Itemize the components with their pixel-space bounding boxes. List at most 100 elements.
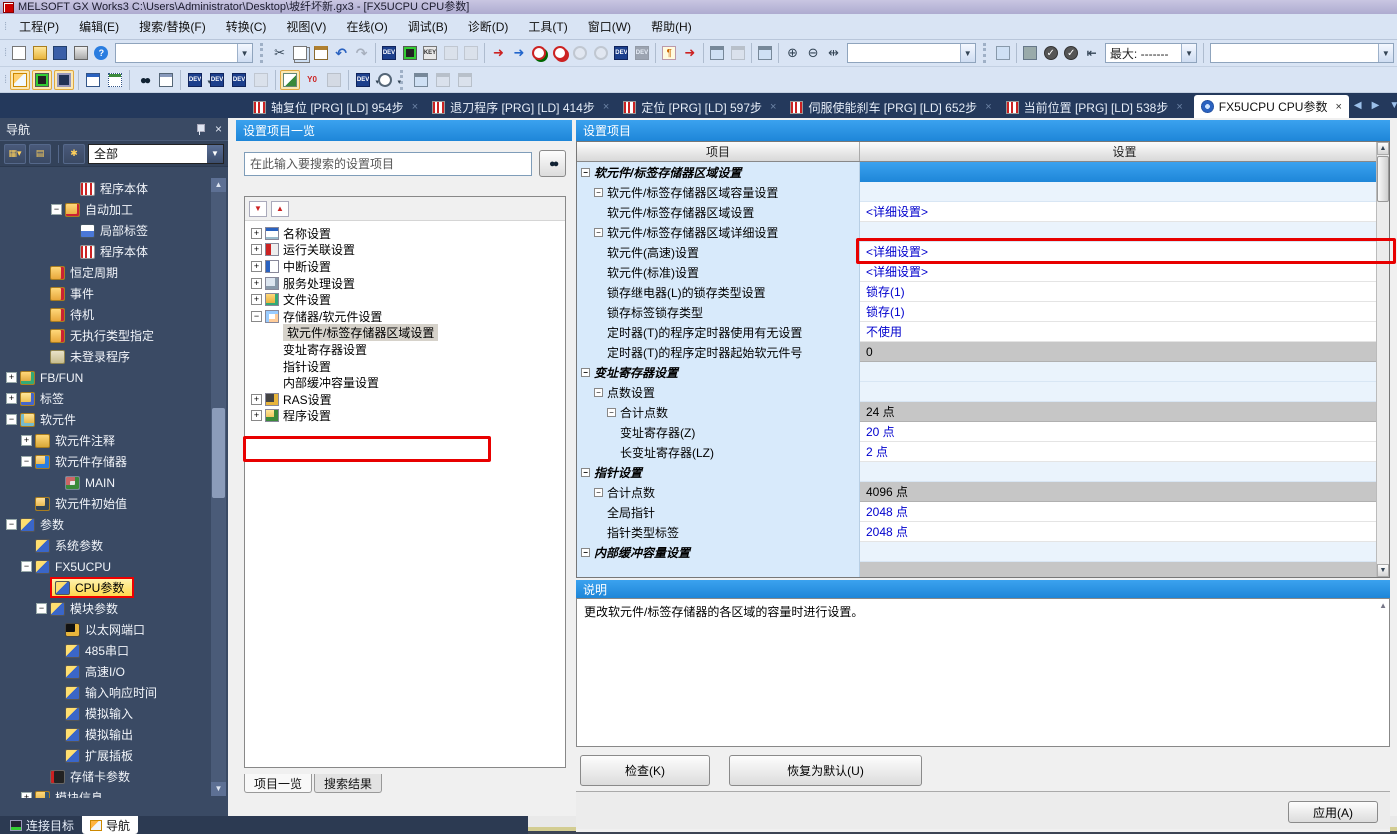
window-select-combo[interactable]: ▼ <box>115 43 253 63</box>
collapse-icon[interactable]: − <box>581 168 590 177</box>
close-icon[interactable]: × <box>215 122 222 136</box>
collapse-icon[interactable]: − <box>594 188 603 197</box>
item-list-tab-0[interactable]: 项目一览 <box>244 774 312 793</box>
nav-tree-item[interactable]: 恒定周期 <box>0 262 210 283</box>
setting-tree-item[interactable]: +服务处理设置 <box>245 275 565 292</box>
cut-icon[interactable]: ✂ <box>270 43 289 63</box>
collapse-icon[interactable]: − <box>594 488 603 497</box>
docking-window-3-icon[interactable] <box>455 70 475 90</box>
apply-button[interactable]: 应用(A) <box>1288 801 1378 823</box>
table-scrollbar[interactable]: ▲ ▼ <box>1376 142 1389 577</box>
nav-tree-item[interactable]: MAIN <box>0 472 210 493</box>
docking-window-2-icon[interactable] <box>433 70 453 90</box>
nav-tree-item[interactable]: 输入响应时间 <box>0 682 210 703</box>
collapse-icon[interactable]: − <box>36 603 47 614</box>
check-button[interactable]: 检查(K) <box>580 755 710 786</box>
nav-tree-item[interactable]: 软元件初始值 <box>0 493 210 514</box>
nav-scrollbar[interactable]: ▲ ▼ <box>211 178 226 796</box>
nav-tree-item[interactable]: 无执行类型指定 <box>0 325 210 346</box>
expand-icon[interactable]: + <box>251 410 262 421</box>
io-monitor-icon[interactable]: Y0 <box>302 70 322 90</box>
verify-window-icon[interactable] <box>756 43 775 63</box>
print-icon[interactable] <box>72 43 91 63</box>
collapse-all-icon[interactable]: ▼ <box>249 201 267 217</box>
doc-tab-5[interactable]: FX5UCPU CPU参数× <box>1194 95 1349 118</box>
setting-tree-item[interactable]: +RAS设置 <box>245 391 565 408</box>
collapse-icon[interactable]: − <box>251 311 262 322</box>
collapse-icon[interactable]: − <box>51 204 62 215</box>
collapse-icon[interactable]: − <box>607 408 616 417</box>
menu-item-4[interactable]: 视图(V) <box>276 16 336 38</box>
redo-icon[interactable]: ↷ <box>352 43 371 63</box>
expand-icon[interactable]: + <box>251 244 262 255</box>
scroll-up-icon[interactable]: ▲ <box>211 178 226 192</box>
menu-item-0[interactable]: 工程(P) <box>9 16 69 38</box>
setting-tree-item[interactable]: 变址寄存器设置 <box>245 341 565 358</box>
nav-tree-item[interactable]: +标签 <box>0 388 210 409</box>
paste-icon[interactable] <box>311 43 330 63</box>
menu-item-2[interactable]: 搜索/替换(F) <box>129 16 216 38</box>
undo-icon[interactable]: ↶ <box>332 43 351 63</box>
settings-row-value-cell[interactable]: <详细设置> <box>860 202 1389 222</box>
nav-tree-item[interactable]: 存储卡参数 <box>0 766 210 787</box>
restore-default-button[interactable]: 恢复为默认(U) <box>729 755 922 786</box>
doc-tab-0[interactable]: 轴复位 [PRG] [LD] 954步× <box>246 96 425 118</box>
nav-tree-item[interactable]: 局部标签 <box>0 220 210 241</box>
settings-row-value-cell[interactable]: 锁存(1) <box>860 282 1389 302</box>
device-search-red-icon[interactable] <box>551 43 570 63</box>
device-search-green-icon[interactable] <box>530 43 549 63</box>
pin-icon[interactable] <box>195 123 205 135</box>
device-find-disabled-icon[interactable]: DEV <box>633 43 652 63</box>
collapse-icon[interactable]: − <box>581 548 590 557</box>
tab-close-icon[interactable]: × <box>1176 101 1182 113</box>
settings-row-value-cell[interactable]: 20 点 <box>860 422 1389 442</box>
find-replace-icon[interactable] <box>156 70 176 90</box>
nav-tree-item[interactable]: −模块参数 <box>0 598 210 619</box>
expand-icon[interactable]: + <box>251 278 262 289</box>
menu-item-1[interactable]: 编辑(E) <box>69 16 129 38</box>
collapse-icon[interactable]: − <box>581 368 590 377</box>
step-icon[interactable]: ⇤ <box>1082 43 1101 63</box>
menu-item-9[interactable]: 窗口(W) <box>578 16 641 38</box>
nav-tree-item[interactable]: 高速I/O <box>0 661 210 682</box>
collapse-icon[interactable]: − <box>581 468 590 477</box>
scrollbar-thumb[interactable] <box>212 408 225 498</box>
setting-tree-item[interactable]: +运行关联设置 <box>245 242 565 259</box>
nav-tree-item[interactable]: 系统参数 <box>0 535 210 556</box>
cross-ref-next-icon[interactable] <box>462 43 481 63</box>
tab-close-icon[interactable]: × <box>1335 101 1341 113</box>
convert-check-icon[interactable]: ✓ <box>1041 43 1060 63</box>
zoom-in-icon[interactable]: ⊕ <box>783 43 802 63</box>
nav-filter-combo[interactable]: 全部 ▼ <box>88 144 224 164</box>
zoom-fit-icon[interactable]: ⇹ <box>824 43 843 63</box>
settings-row-value-cell[interactable]: 2048 点 <box>860 502 1389 522</box>
search-drop-icon[interactable]: ▾ <box>375 70 395 90</box>
copy-icon[interactable] <box>291 43 310 63</box>
setting-tree-item[interactable]: +中断设置 <box>245 258 565 275</box>
settings-row-value-cell[interactable]: 2048 点 <box>860 522 1389 542</box>
nav-tree-item[interactable]: 程序本体 <box>0 241 210 262</box>
watch-window-disabled-icon[interactable] <box>729 43 748 63</box>
nav-tree-item[interactable]: 未登录程序 <box>0 346 210 367</box>
doc-tab-4[interactable]: 当前位置 [PRG] [LD] 538步× <box>999 96 1190 118</box>
setting-tree-item[interactable]: +程序设置 <box>245 408 565 425</box>
nav-tree-item[interactable]: −参数 <box>0 514 210 535</box>
window-disabled-icon[interactable] <box>251 70 271 90</box>
search-prev-icon[interactable] <box>571 43 590 63</box>
address-box[interactable]: ▼ <box>1210 43 1394 63</box>
search-next-icon[interactable] <box>592 43 611 63</box>
collapse-icon[interactable]: − <box>594 388 603 397</box>
nav-tree-item[interactable]: −FX5UCPU <box>0 556 210 577</box>
program-list-icon[interactable] <box>83 70 103 90</box>
comment-display-icon[interactable] <box>993 43 1012 63</box>
tab-nav-arrow-1[interactable]: ▶ <box>1367 100 1385 111</box>
jump-next-icon[interactable]: ➜ <box>489 43 508 63</box>
nav-tree-item[interactable]: 模拟输入 <box>0 703 210 724</box>
save-icon[interactable] <box>51 43 70 63</box>
gear-icon[interactable]: ✱ <box>63 144 85 164</box>
setting-tree-item[interactable]: −存储器/软元件设置 <box>245 308 565 325</box>
expand-all-icon[interactable]: ▲ <box>271 201 289 217</box>
expand-icon[interactable]: + <box>21 435 32 446</box>
settings-row-value-cell[interactable]: 不使用 <box>860 322 1389 342</box>
statement-list-icon[interactable] <box>105 70 125 90</box>
